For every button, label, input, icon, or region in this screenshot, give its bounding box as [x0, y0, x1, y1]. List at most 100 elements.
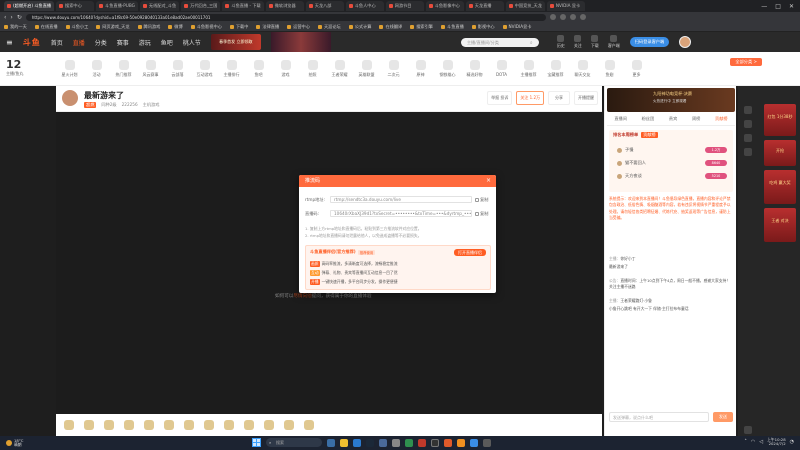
bookmark-item[interactable]: 微博 — [168, 24, 183, 30]
chat-input[interactable]: 发送弹幕，说点什么吧 — [609, 412, 709, 422]
pubg-ad[interactable]: 吃鸡 赢大奖 — [764, 170, 796, 204]
category-item[interactable]: 钢铁雄心 — [438, 59, 457, 78]
category-item[interactable]: 主播排行 — [222, 59, 241, 78]
gift-icon[interactable] — [224, 420, 234, 430]
category-item[interactable]: 原神 — [411, 59, 430, 78]
browser-tab[interactable]: 天龙直播 — [465, 1, 504, 11]
category-item[interactable]: 更多 — [627, 59, 646, 78]
browser-tab[interactable]: 斗鱼人中心 — [345, 1, 384, 11]
bookmark-item[interactable]: 搜索引擎 — [410, 24, 433, 30]
close-window-button[interactable]: ✕ — [789, 3, 794, 10]
minimize-button[interactable]: — — [761, 3, 767, 10]
wifi-icon[interactable]: ◠ — [751, 439, 755, 445]
reload-icon[interactable]: ↻ — [17, 14, 22, 21]
bookmark-item[interactable]: 网页游戏_天龙 — [96, 24, 130, 30]
browser-tab[interactable]: 万代回合_三国 — [181, 1, 221, 11]
app-icon[interactable] — [392, 438, 400, 447]
app-icon[interactable] — [457, 438, 465, 447]
scroll-top-icon[interactable] — [744, 426, 752, 434]
speaker-icon[interactable]: ◁ — [759, 439, 763, 445]
gift-icon[interactable] — [204, 420, 214, 430]
bookmark-item[interactable]: 法律直播 — [256, 24, 279, 30]
nav-events[interactable]: 赛事 — [117, 38, 129, 47]
rank-item[interactable]: 天方夜谈 — [617, 173, 642, 179]
gift-icon[interactable] — [84, 420, 94, 430]
header-promo[interactable]: 春季首发 立即领取 — [210, 34, 261, 50]
bookmark-item[interactable]: 斗鱼小工 — [65, 24, 88, 30]
browser-tab[interactable]: 天龙八部 — [305, 1, 344, 11]
app-icon[interactable] — [405, 438, 413, 447]
chat-author[interactable]: 公告： — [609, 278, 620, 283]
category-item[interactable]: 鱼翅 — [600, 59, 619, 78]
search-icon[interactable]: ⌕ — [530, 39, 536, 46]
bell-icon[interactable] — [744, 106, 752, 114]
app-icon[interactable] — [418, 438, 426, 447]
bookmark-item[interactable]: 在线直播 — [34, 24, 58, 30]
gift-icon[interactable] — [104, 420, 114, 430]
weather-widget[interactable]: 18°C 晴朗 — [6, 439, 23, 447]
share-button[interactable]: 分享 — [548, 91, 570, 105]
browser-tab[interactable]: 斗鱼直播-PUBG — [96, 1, 138, 11]
nav-festival[interactable]: 桃人节 — [183, 38, 201, 47]
url-field[interactable]: https://www.douyu.com/10640?dyshid=a1f8c… — [25, 13, 546, 21]
windows-start-icon[interactable] — [252, 438, 261, 447]
user-icon[interactable] — [744, 120, 752, 128]
honor-ad[interactable]: 王者 对决 — [764, 208, 796, 242]
open-assistant-button[interactable]: 打开直播伴侣 — [454, 249, 486, 256]
follow-room-button[interactable]: 关注 1.2万 — [516, 91, 544, 105]
task-view-icon[interactable] — [327, 438, 335, 447]
chat-author[interactable]: 主播： — [609, 256, 620, 261]
nav-fishbar[interactable]: 鱼吧 — [161, 38, 173, 47]
chat-author[interactable]: 主播： — [609, 298, 620, 303]
extension-icon[interactable] — [559, 14, 566, 20]
browser-tab[interactable]: (超燃开启) 斗鱼直播 — [4, 1, 54, 11]
category-item[interactable]: 宝藏推荐 — [546, 59, 565, 78]
bookmark-item[interactable]: 影视中心 — [471, 24, 495, 30]
browser-tab[interactable]: NVIDIA 显卡 — [546, 1, 585, 11]
category-item[interactable]: 王者荣耀 — [330, 59, 349, 78]
back-arrow-icon[interactable]: ‹ — [4, 14, 6, 21]
category-item[interactable]: 互动游戏 — [195, 59, 214, 78]
gift-icon[interactable] — [284, 420, 294, 430]
app-icon[interactable] — [483, 438, 491, 447]
category-item[interactable]: 二次元 — [384, 59, 403, 78]
tab-contribution[interactable]: 贡献榜 — [715, 116, 728, 125]
category-item[interactable]: 精选好物 — [465, 59, 484, 78]
rtmp-field[interactable]: rtmp://sendtc3a.douyu.com/live — [330, 196, 472, 203]
tab-fans[interactable]: 粉丝团 — [642, 116, 655, 125]
category-item[interactable]: 主播推荐 — [519, 59, 538, 78]
profile-icon[interactable] — [579, 14, 586, 20]
bookmark-item[interactable]: 下载中 — [229, 24, 248, 30]
gift-icon[interactable] — [264, 420, 274, 430]
gift-icon[interactable] — [124, 420, 134, 430]
bookmark-item[interactable]: 斗鱼影视中心 — [190, 24, 222, 30]
nav-play[interactable]: 游玩 — [139, 38, 151, 47]
category-item[interactable]: 云部落 — [168, 59, 187, 78]
extension-icon[interactable] — [569, 14, 576, 20]
browser-tab[interactable]: 无线配对_斗鱼 — [139, 1, 180, 11]
nav-home[interactable]: 首页 — [51, 38, 63, 47]
bookmark-item[interactable]: NVIDIA显卡 — [502, 24, 531, 30]
chevron-up-icon[interactable]: ˄ — [744, 439, 747, 445]
notification-bell-icon[interactable]: ◔ — [790, 439, 794, 445]
taskbar-search[interactable]: 搜索 — [266, 438, 322, 447]
browser-tab[interactable]: 网游节目 — [385, 1, 424, 11]
gift-icon[interactable] — [244, 420, 254, 430]
maximize-button[interactable]: □ — [775, 3, 781, 10]
edge-browser-icon[interactable] — [353, 438, 361, 447]
scan-login-button[interactable]: 扫码登录客户端 — [629, 37, 670, 47]
category-item[interactable]: 聊天交友 — [573, 59, 592, 78]
app-icon[interactable] — [470, 438, 478, 447]
bookmark-item[interactable]: 腾讯游戏 — [137, 24, 160, 30]
gift-icon[interactable] — [304, 420, 314, 430]
category-item[interactable]: 拍照 — [303, 59, 322, 78]
sidebar-banner[interactable]: 九阳神功电竞杯·决赛 火热进行中 立即观看 — [607, 88, 735, 112]
nav-live[interactable]: 直播 — [73, 38, 85, 47]
extension-icon[interactable] — [549, 14, 556, 20]
send-button[interactable]: 发送 — [713, 412, 733, 422]
tab-weekly[interactable]: 周榜 — [692, 116, 700, 125]
category-item[interactable]: 风云赛事 — [141, 59, 160, 78]
category-item[interactable]: 星火计划 — [60, 59, 79, 78]
gift-icon[interactable] — [744, 134, 752, 142]
app-icon[interactable] — [444, 438, 452, 447]
